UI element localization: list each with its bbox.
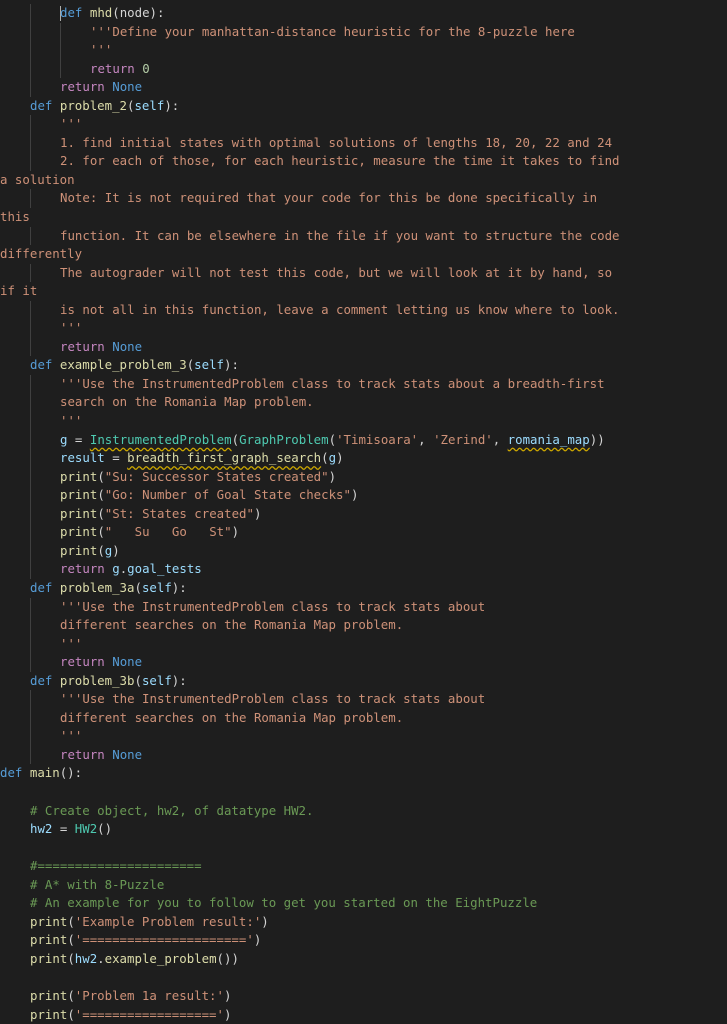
code-line[interactable]: different searches on the Romania Map pr… <box>0 616 727 635</box>
code-line[interactable]: print(" Su Go St") <box>0 523 727 542</box>
code-line[interactable]: 2. for each of those, for each heuristic… <box>0 152 727 171</box>
code-line[interactable]: def problem_3a(self): <box>0 579 727 598</box>
code-line[interactable]: '''Use the InstrumentedProblem class to … <box>0 374 727 394</box>
code-line[interactable] <box>0 968 727 987</box>
code-line[interactable]: return 0 <box>0 59 727 79</box>
code-line[interactable]: g = InstrumentedProblem(GraphProblem('Ti… <box>0 430 727 450</box>
code-line[interactable] <box>0 839 727 858</box>
code-line[interactable]: def example_problem_3(self): <box>0 356 727 375</box>
code-line[interactable]: def main(): <box>0 764 727 783</box>
code-line[interactable]: '''Use the InstrumentedProblem class to … <box>0 690 727 709</box>
code-line[interactable]: '''Define your manhattan-distance heuris… <box>0 22 727 42</box>
code-line[interactable]: The autograder will not test this code, … <box>0 263 727 283</box>
code-line[interactable]: def problem_2(self): <box>0 97 727 116</box>
code-line[interactable]: ''' <box>0 412 727 431</box>
code-line[interactable]: print('Example Problem result:') <box>0 913 727 932</box>
code-line[interactable]: hw2 = HW2() <box>0 820 727 839</box>
code-line[interactable]: differently <box>0 245 727 264</box>
code-line[interactable]: # Create object, hw2, of datatype HW2. <box>0 802 727 821</box>
code-line[interactable]: ''' <box>0 41 727 60</box>
code-line[interactable]: print(g) <box>0 541 727 561</box>
code-line[interactable]: return g.goal_tests <box>0 560 727 579</box>
code-line[interactable]: print('Problem 1a result:') <box>0 987 727 1006</box>
code-line[interactable]: different searches on the Romania Map pr… <box>0 708 727 728</box>
code-line[interactable]: 1. find initial states with optimal solu… <box>0 133 727 153</box>
code-line[interactable]: result = breadth_first_graph_search(g) <box>0 449 727 468</box>
code-line[interactable]: print("Su: Successor States created") <box>0 467 727 487</box>
code-line[interactable]: ''' <box>0 727 727 746</box>
code-line[interactable]: print(hw2.example_problem()) <box>0 950 727 969</box>
code-line[interactable]: print("Go: Number of Goal State checks") <box>0 486 727 505</box>
code-line[interactable]: # An example for you to follow to get yo… <box>0 894 727 913</box>
code-line[interactable]: # A* with 8-Puzzle <box>0 876 727 895</box>
code-line[interactable]: function. It can be elsewhere in the fil… <box>0 226 727 246</box>
code-line[interactable]: if it <box>0 282 727 301</box>
code-line[interactable]: return None <box>0 337 727 357</box>
code-line[interactable]: search on the Romania Map problem. <box>0 393 727 413</box>
code-line[interactable]: ''' <box>0 634 727 654</box>
code-line[interactable]: print("St: States created") <box>0 504 727 524</box>
code-line[interactable]: return None <box>0 745 727 765</box>
code-line[interactable]: print('==================') <box>0 1006 727 1024</box>
code-line[interactable]: #====================== <box>0 857 727 876</box>
code-line[interactable]: print('======================') <box>0 931 727 950</box>
code-editor[interactable]: def mhd(node): '''Define your manhattan-… <box>0 0 727 1024</box>
code-line[interactable]: return None <box>0 653 727 672</box>
code-line[interactable]: return None <box>0 78 727 97</box>
code-line[interactable]: Note: It is not required that your code … <box>0 189 727 209</box>
code-line[interactable] <box>0 783 727 802</box>
code-line[interactable]: ''' <box>0 115 727 134</box>
code-line[interactable]: ''' <box>0 319 727 338</box>
code-line[interactable]: this <box>0 208 727 227</box>
code-line[interactable]: def mhd(node): <box>0 4 727 23</box>
code-line[interactable]: a solution <box>0 171 727 190</box>
code-line[interactable]: is not all in this function, leave a com… <box>0 300 727 320</box>
code-line[interactable]: '''Use the InstrumentedProblem class to … <box>0 597 727 617</box>
code-line[interactable]: def problem_3b(self): <box>0 672 727 691</box>
